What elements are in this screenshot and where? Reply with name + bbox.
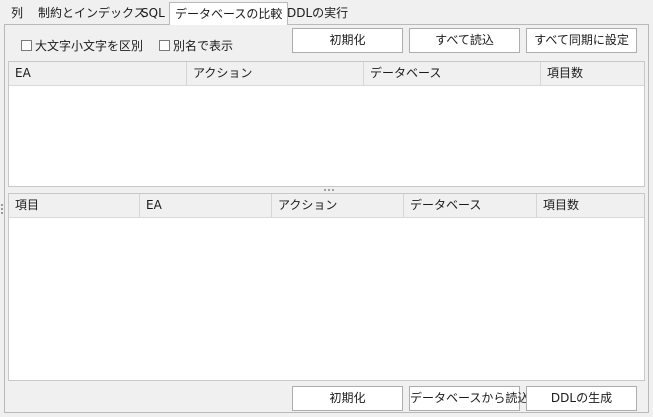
column-header-ea[interactable]: EA (140, 194, 272, 217)
tab-columns[interactable]: 列 (6, 4, 28, 24)
lower-compare-table: 項目 EA アクション データベース 項目数 (8, 193, 645, 381)
tab-ddl-execute[interactable]: DDLの実行 (282, 4, 353, 24)
tab-constraints-indexes[interactable]: 制約とインデックス (33, 4, 151, 24)
table-body[interactable] (9, 86, 644, 186)
generate-ddl-button[interactable]: DDLの生成 (526, 386, 637, 411)
load-from-database-button[interactable]: データベースから読込 (409, 386, 529, 411)
column-header-item-count[interactable]: 項目数 (541, 62, 644, 85)
case-sensitive-label: 大文字小文字を区別 (35, 38, 144, 53)
table-body[interactable] (9, 218, 644, 380)
database-compare-panel: 大文字小文字を区別 別名で表示 初期化 すべて読込 すべて同期に設定 EA アク… (4, 24, 649, 413)
show-alias-checkbox[interactable]: 別名で表示 (159, 37, 233, 53)
tab-database-compare[interactable]: データベースの比較 (169, 2, 289, 25)
reset-button-bottom[interactable]: 初期化 (292, 386, 403, 411)
tab-sql[interactable]: SQL (136, 4, 170, 24)
tab-bar: 列 制約とインデックス SQL データベースの比較 DDLの実行 (0, 0, 653, 25)
column-header-ea[interactable]: EA (9, 62, 187, 85)
panel-grip[interactable] (0, 24, 3, 413)
checkbox-box[interactable] (159, 39, 170, 51)
column-header-database[interactable]: データベース (364, 62, 541, 85)
upper-compare-table: EA アクション データベース 項目数 (8, 61, 645, 187)
column-header-item[interactable]: 項目 (9, 194, 140, 217)
set-all-sync-button[interactable]: すべて同期に設定 (526, 28, 637, 53)
checkbox-box[interactable] (21, 39, 32, 51)
column-header-action[interactable]: アクション (187, 62, 364, 85)
column-header-item-count[interactable]: 項目数 (537, 194, 644, 217)
table-header: EA アクション データベース 項目数 (9, 62, 644, 86)
column-header-database[interactable]: データベース (404, 194, 537, 217)
case-sensitive-checkbox[interactable]: 大文字小文字を区別 (21, 37, 143, 53)
load-all-button[interactable]: すべて読込 (409, 28, 520, 53)
show-alias-label: 別名で表示 (173, 38, 234, 53)
column-header-action[interactable]: アクション (272, 194, 404, 217)
table-header: 項目 EA アクション データベース 項目数 (9, 194, 644, 218)
reset-button-top[interactable]: 初期化 (292, 28, 403, 53)
grip-dots-icon (324, 189, 334, 191)
